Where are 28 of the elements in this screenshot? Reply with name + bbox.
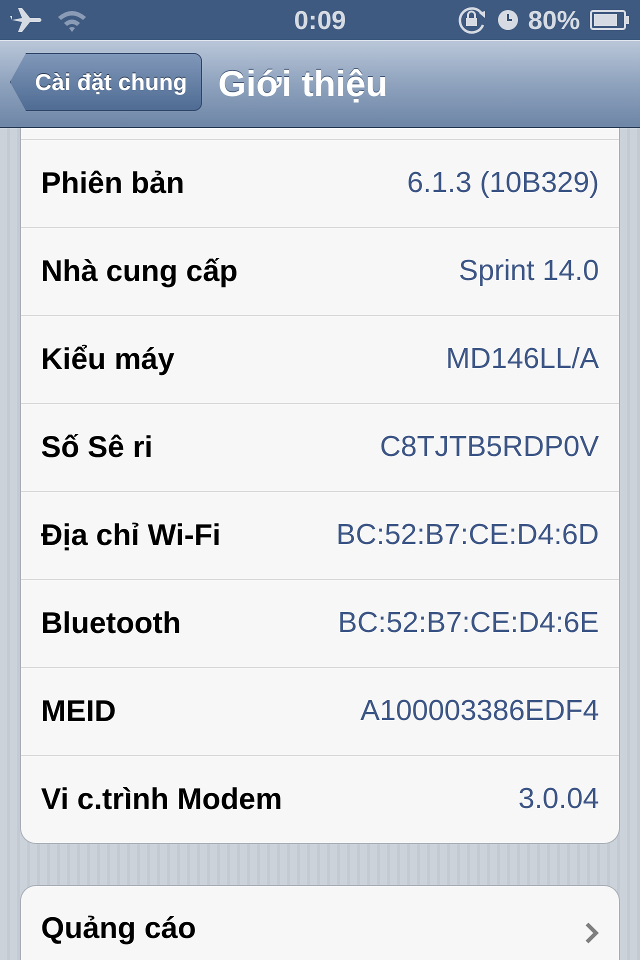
row-label: Vi c.trình Modem [41,782,282,816]
row-value: A100003386EDF4 [360,695,599,728]
row-label: Phiên bản [41,166,184,200]
row-value: BC:52:B7:CE:D4:6D [336,519,599,552]
row-label: Kiểu máy [41,342,174,376]
status-time: 0:09 [294,4,346,36]
row-value: BC:52:B7:CE:D4:6E [338,607,599,640]
row-label: Bluetooth [41,606,181,640]
row-value: C8TJTB5RDP0V [380,431,599,464]
row-value: Sprint 14.0 [458,255,599,288]
row-value: MD146LL/A [446,343,599,376]
clock-icon [498,10,518,30]
row-label: Số Sê ri [41,430,153,464]
row-label: Quảng cáo [41,912,196,946]
chevron-icon [585,922,599,944]
wifi-icon [56,8,88,32]
settings-row[interactable]: Quảng cáo [21,886,619,960]
battery-icon [590,10,630,30]
row-label: MEID [41,694,116,728]
row-value: 3.0.04 [518,783,599,816]
battery-percent: 80% [528,4,580,36]
airplane-icon [10,7,44,33]
row-label: Nhà cung cấp [41,254,238,288]
row-label: Địa chỉ Wi-Fi [41,518,221,552]
row-value: 6.1.3 (10B329) [407,167,599,200]
back-button[interactable]: Cài đặt chung [10,53,202,111]
rotation-lock-icon [456,5,488,35]
page-title: Giới thiệu [218,63,388,105]
